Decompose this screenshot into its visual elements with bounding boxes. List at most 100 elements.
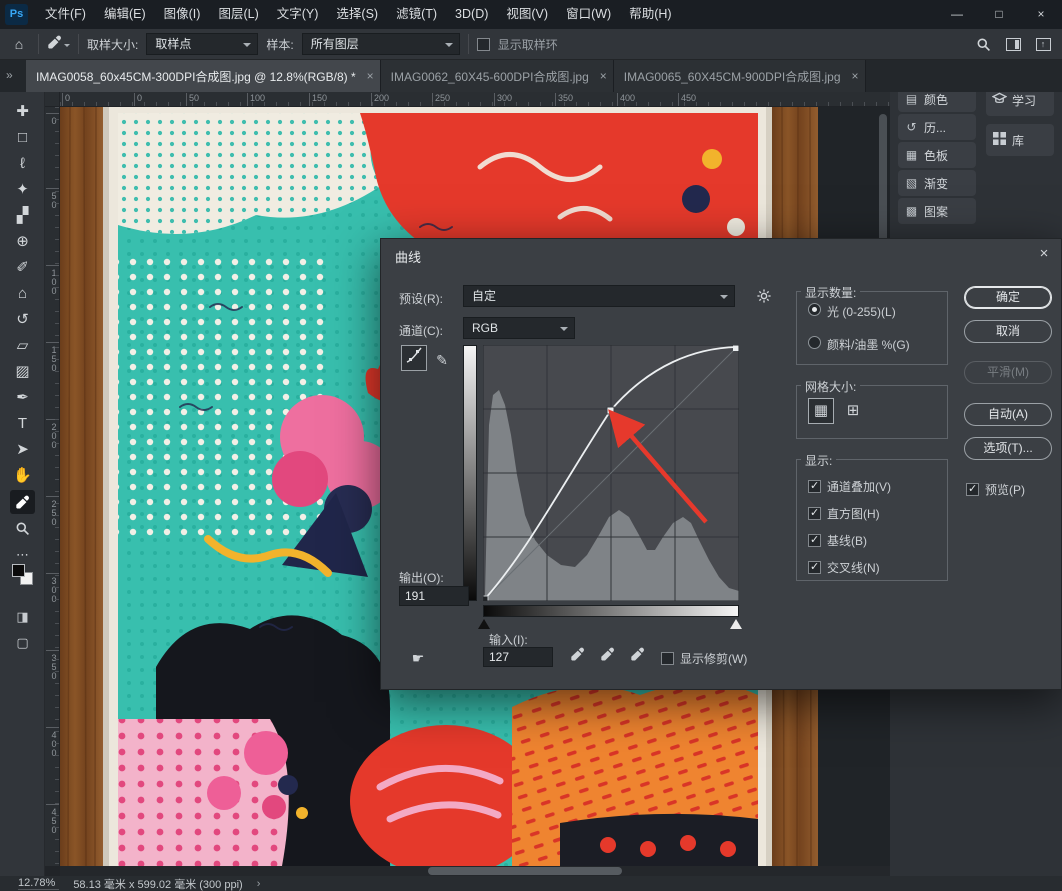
tab-close-icon[interactable]: × xyxy=(600,60,607,92)
healing-brush-tool[interactable]: ⊕ xyxy=(10,230,35,254)
path-selection-tool[interactable]: ➤ xyxy=(10,438,35,462)
status-chevron-icon[interactable]: › xyxy=(257,878,261,890)
home-icon[interactable]: ⌂ xyxy=(8,32,30,56)
show-option-checkbox[interactable] xyxy=(808,561,821,574)
tab-label: IMAG0058_60x45CM-300DPI合成图.jpg @ 12.8%(R… xyxy=(36,68,356,85)
dialog-close-icon[interactable]: × xyxy=(1031,241,1057,267)
channel-dropdown[interactable]: RGB xyxy=(463,317,575,339)
output-value-field[interactable] xyxy=(399,586,469,606)
gray-point-eyedropper-icon[interactable] xyxy=(595,645,619,669)
options-button[interactable]: 选项(T)... xyxy=(964,437,1052,460)
eraser-tool[interactable]: ▱ xyxy=(10,334,35,358)
preset-dropdown[interactable]: 自定 xyxy=(463,285,735,307)
curve-editor[interactable] xyxy=(483,345,739,601)
show-option-label: 直方图(H) xyxy=(827,505,880,522)
menu-item-10[interactable]: 帮助(H) xyxy=(620,0,680,29)
close-icon[interactable]: × xyxy=(1020,0,1062,29)
expand-panels-chevron[interactable]: » xyxy=(6,68,13,82)
menu-item-8[interactable]: 视图(V) xyxy=(497,0,557,29)
input-value-field[interactable] xyxy=(483,647,553,667)
sample-size-dropdown[interactable]: 取样点 xyxy=(146,33,258,55)
black-point-slider[interactable] xyxy=(478,619,490,629)
auto-button[interactable]: 自动(A) xyxy=(964,403,1052,426)
preset-options-gear-icon[interactable] xyxy=(753,285,775,307)
show-clipping-checkbox[interactable] xyxy=(661,652,674,665)
search-icon[interactable] xyxy=(972,32,994,56)
cancel-button[interactable]: 取消 xyxy=(964,320,1052,343)
panel-swatches[interactable]: ▦色板 xyxy=(898,142,976,168)
menu-item-6[interactable]: 滤镜(T) xyxy=(387,0,446,29)
pencil-draw-icon[interactable]: ✎ xyxy=(431,347,453,369)
menu-item-2[interactable]: 图像(I) xyxy=(155,0,210,29)
targeted-adjustment-icon[interactable]: ☛ xyxy=(405,645,431,671)
menu-item-7[interactable]: 3D(D) xyxy=(446,0,497,29)
pen-tool[interactable]: ✒ xyxy=(10,386,35,410)
tab-close-icon[interactable]: × xyxy=(852,60,859,92)
minimize-icon[interactable]: — xyxy=(936,0,978,29)
show-option-1[interactable]: 直方图(H) xyxy=(808,505,880,522)
type-tool[interactable]: T xyxy=(10,412,35,436)
preview-checkbox[interactable] xyxy=(966,483,979,496)
show-option-3[interactable]: 交叉线(N) xyxy=(808,559,880,576)
panel-libraries[interactable]: 库 xyxy=(986,124,1054,156)
foreground-background-swatches[interactable] xyxy=(12,564,36,588)
sample-size-label: 取样大小: xyxy=(87,36,138,53)
clone-stamp-tool[interactable]: ⌂ xyxy=(10,282,35,306)
maximize-icon[interactable]: □ xyxy=(978,0,1020,29)
panel-history[interactable]: ↺历... xyxy=(898,114,976,140)
move-tool[interactable]: ✚ xyxy=(10,100,35,124)
show-option-checkbox[interactable] xyxy=(808,480,821,493)
show-option-2[interactable]: 基线(B) xyxy=(808,532,867,549)
ok-button[interactable]: 确定 xyxy=(964,286,1052,309)
document-tab-0[interactable]: IMAG0058_60x45CM-300DPI合成图.jpg @ 12.8%(R… xyxy=(26,60,381,92)
tab-close-icon[interactable]: × xyxy=(367,60,374,92)
panel-gradients[interactable]: ▧渐变 xyxy=(898,170,976,196)
edit-toolbar-icon[interactable]: ⋯ xyxy=(10,544,35,566)
show-sampling-ring-checkbox[interactable] xyxy=(477,38,490,51)
black-point-eyedropper-icon[interactable] xyxy=(565,645,589,669)
display-amount-radio-0[interactable] xyxy=(808,303,821,316)
menu-item-5[interactable]: 选择(S) xyxy=(327,0,387,29)
simple-grid-icon[interactable]: ▦ xyxy=(808,398,834,424)
quick-selection-tool[interactable]: ✦ xyxy=(10,178,35,202)
workspace-icon[interactable] xyxy=(1002,32,1024,56)
gradient-tool[interactable]: ▨ xyxy=(10,360,35,384)
zoom-tool[interactable] xyxy=(10,516,35,540)
preset-label: 预设(R): xyxy=(399,290,443,307)
zoom-level-field[interactable]: 12.78% xyxy=(18,877,59,890)
document-tab-1[interactable]: IMAG0062_60X45-600DPI合成图.jpg× xyxy=(381,60,614,92)
ruler-tick-label: 0 xyxy=(62,93,70,107)
horizontal-scrollbar-thumb[interactable] xyxy=(428,867,622,875)
detailed-grid-icon[interactable]: ⊞ xyxy=(840,398,866,424)
marquee-tool[interactable]: □ xyxy=(10,126,35,150)
edit-points-curve-icon[interactable] xyxy=(401,345,427,371)
horizontal-scrollbar[interactable] xyxy=(60,866,890,876)
display-amount-radio-1[interactable] xyxy=(808,336,821,349)
show-option-0[interactable]: 通道叠加(V) xyxy=(808,478,891,495)
eyedropper-preset-button[interactable] xyxy=(47,32,70,56)
crop-tool[interactable]: ▞ xyxy=(10,204,35,228)
menu-item-3[interactable]: 图层(L) xyxy=(209,0,267,29)
panel-label: 颜色 xyxy=(924,91,948,108)
white-point-eyedropper-icon[interactable] xyxy=(625,645,649,669)
eyedropper-tool[interactable] xyxy=(10,490,35,514)
menu-item-0[interactable]: 文件(F) xyxy=(36,0,95,29)
panel-patterns[interactable]: ▩图案 xyxy=(898,198,976,224)
show-option-checkbox[interactable] xyxy=(808,507,821,520)
learn-icon xyxy=(992,92,1007,108)
brush-tool[interactable]: ✐ xyxy=(10,256,35,280)
ruler-tick-label: 200 xyxy=(371,93,389,107)
history-brush-tool[interactable]: ↺ xyxy=(10,308,35,332)
quick-mask-icon[interactable]: ◨ xyxy=(10,606,35,628)
white-point-slider[interactable] xyxy=(730,619,742,629)
menu-item-1[interactable]: 编辑(E) xyxy=(95,0,155,29)
show-option-checkbox[interactable] xyxy=(808,534,821,547)
menu-item-9[interactable]: 窗口(W) xyxy=(557,0,620,29)
screen-mode-icon[interactable]: ▢ xyxy=(10,632,35,654)
menu-item-4[interactable]: 文字(Y) xyxy=(268,0,328,29)
hand-tool[interactable]: ✋ xyxy=(10,464,35,488)
sample-dropdown[interactable]: 所有图层 xyxy=(302,33,460,55)
document-tab-2[interactable]: IMAG0065_60X45CM-900DPI合成图.jpg× xyxy=(614,60,866,92)
lasso-tool[interactable]: ℓ xyxy=(10,152,35,176)
share-icon[interactable]: ↑ xyxy=(1032,32,1054,56)
